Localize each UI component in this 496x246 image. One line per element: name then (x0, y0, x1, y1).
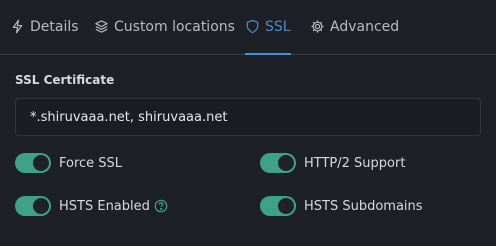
hsts-subdomains-switch[interactable] (260, 196, 296, 216)
layers-icon (94, 19, 110, 35)
tab-details-label: Details (30, 19, 79, 35)
hsts-enabled-toggle-row[interactable]: HSTS Enabled (15, 195, 168, 217)
tab-bar: Details Custom locations SSL Advanced (0, 0, 496, 55)
tab-ssl[interactable]: SSL (245, 0, 291, 55)
ssl-certificate-label: SSL Certificate (15, 73, 115, 87)
shield-icon (245, 19, 261, 35)
question-circle-icon[interactable] (154, 199, 168, 213)
gear-icon (310, 19, 326, 35)
tab-custom-locations[interactable]: Custom locations (94, 0, 235, 54)
tab-advanced-label: Advanced (330, 19, 400, 35)
force-ssl-label: Force SSL (59, 155, 123, 171)
ssl-certificate-value: *.shiruvaaa.net, shiruvaaa.net (30, 109, 228, 125)
tab-advanced[interactable]: Advanced (310, 0, 399, 54)
hsts-subdomains-label: HSTS Subdomains (304, 198, 423, 214)
http2-support-switch[interactable] (260, 153, 296, 173)
bolt-icon (10, 19, 26, 35)
ssl-settings-panel: Details Custom locations SSL Advanced SS… (0, 0, 496, 246)
hsts-enabled-switch[interactable] (15, 196, 51, 216)
http2-support-label: HTTP/2 Support (304, 155, 406, 171)
tab-custom-locations-label: Custom locations (114, 19, 235, 35)
force-ssl-switch[interactable] (15, 153, 51, 173)
switch-knob (33, 198, 49, 214)
force-ssl-toggle-row[interactable]: Force SSL (15, 152, 122, 174)
tab-details[interactable]: Details (10, 0, 79, 54)
switch-knob (278, 198, 294, 214)
hsts-subdomains-toggle-row[interactable]: HSTS Subdomains (260, 195, 423, 217)
switch-knob (33, 155, 49, 171)
switch-knob (278, 155, 294, 171)
hsts-enabled-label: HSTS Enabled (59, 198, 150, 214)
ssl-certificate-select[interactable]: *.shiruvaaa.net, shiruvaaa.net (15, 98, 481, 136)
http2-support-toggle-row[interactable]: HTTP/2 Support (260, 152, 405, 174)
tab-ssl-label: SSL (265, 19, 291, 35)
